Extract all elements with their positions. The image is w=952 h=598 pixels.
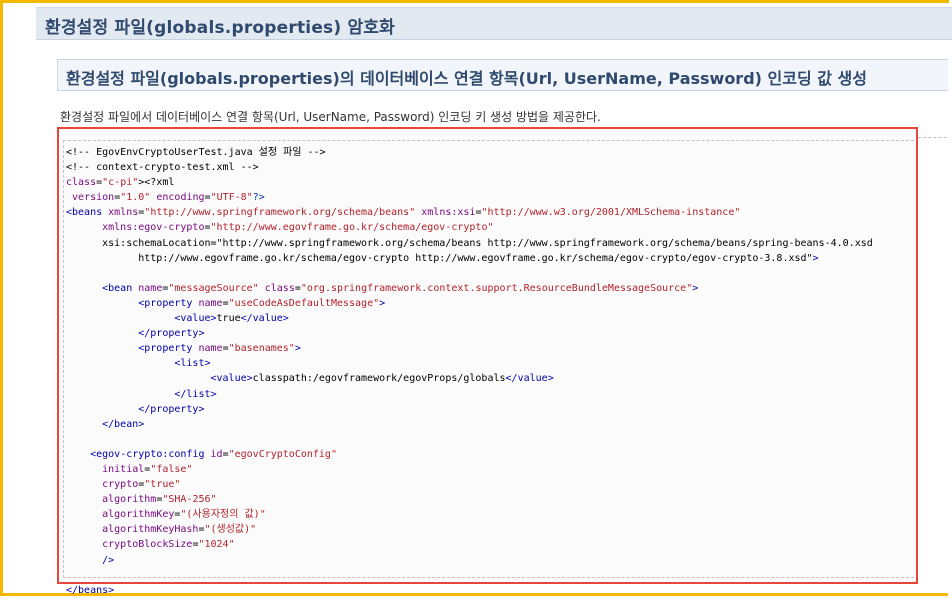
code-line: cryptoBlockSize="1024" (102, 539, 235, 551)
code-line: </bean> (102, 418, 145, 430)
code-line: <beans xmlns="http://www.springframework… (66, 207, 741, 219)
code-line: xsi:schemaLocation="http://www.springfra… (66, 237, 873, 249)
right-edge (948, 40, 952, 596)
section-heading: 환경설정 파일(globals.properties) 암호화 (36, 7, 952, 40)
code-line: http://www.egovframe.go.kr/schema/egov-c… (66, 252, 819, 264)
code-block[interactable]: <!-- EgovEnvCryptoUserTest.java 설정 파일 --… (66, 145, 873, 598)
code-line: </property> (138, 403, 205, 415)
code-line: <!-- context-crypto-test.xml --> (66, 162, 259, 174)
code-line: <value>classpath:/egovframework/egovProp… (210, 373, 554, 385)
code-line: initial="false" (102, 463, 193, 475)
subsection-title: 환경설정 파일(globals.properties)의 데이터베이스 연결 항… (66, 69, 867, 88)
code-line: <property name="basenames"> (138, 343, 301, 355)
code-line: <egov-crypto:config id="egovCryptoConfig… (90, 448, 337, 460)
code-line: crypto="true" (102, 479, 181, 491)
code-line: algorithmKey="(사용자정의 값)" (102, 509, 266, 521)
code-line: </property> (138, 328, 205, 340)
code-line: <list> (174, 358, 211, 370)
subsection-heading: 환경설정 파일(globals.properties)의 데이터베이스 연결 항… (57, 59, 952, 91)
code-line: /> (102, 554, 115, 566)
code-line: algorithmKeyHash="(생성값)" (102, 524, 257, 536)
description-text: 환경설정 파일에서 데이터베이스 연결 항목(Url, UserName, Pa… (60, 110, 601, 124)
code-line: <property name="useCodeAsDefaultMessage"… (138, 297, 386, 309)
code-line: <bean name="messageSource" class="org.sp… (102, 282, 699, 294)
code-line: class="c-pi"><?xml (66, 177, 175, 189)
code-box-dashed-extension (918, 137, 952, 138)
section-title: 환경설정 파일(globals.properties) 암호화 (45, 18, 395, 38)
code-line: <value>true</value> (174, 313, 289, 325)
code-line: algorithm="SHA-256" (102, 494, 217, 506)
code-line: <!-- EgovEnvCryptoUserTest.java 설정 파일 --… (66, 147, 326, 158)
code-line: xmlns:egov-crypto="http://www.egovframe.… (102, 222, 494, 234)
code-line: </list> (174, 388, 217, 400)
